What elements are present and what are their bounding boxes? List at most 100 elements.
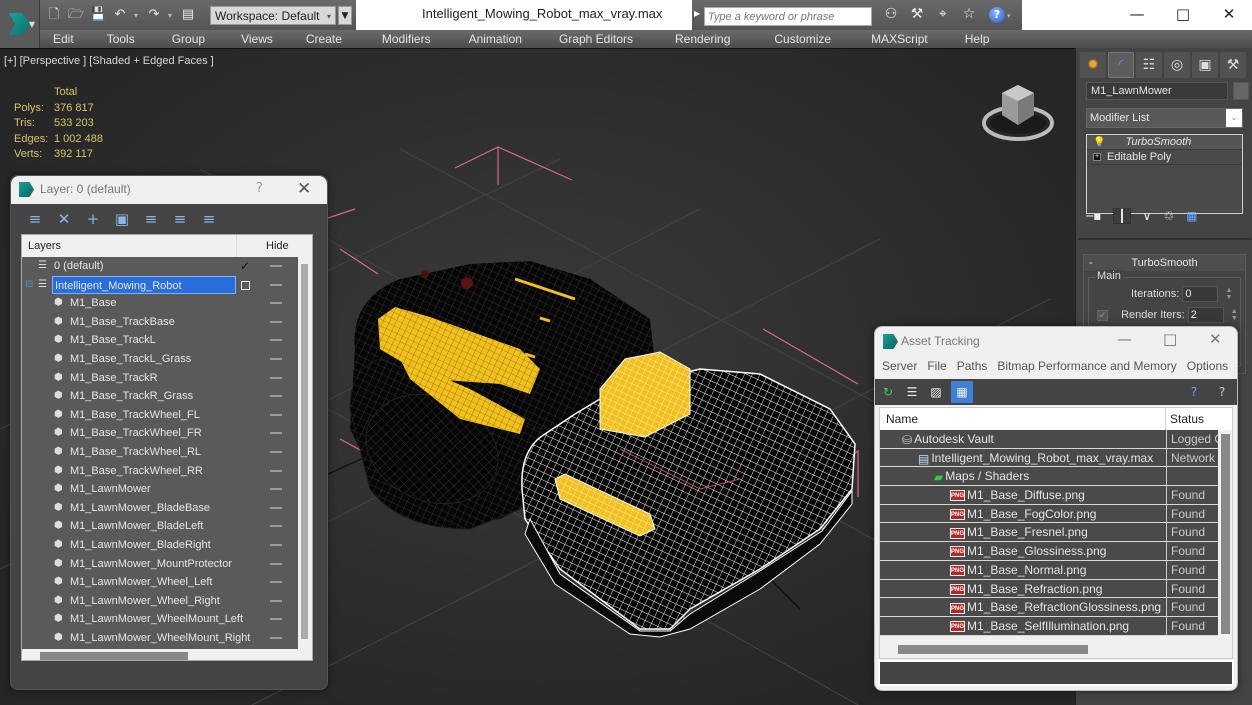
menu-edit[interactable]: Edit: [53, 32, 74, 46]
menu-create[interactable]: Create: [306, 32, 342, 46]
tab-modify[interactable]: ◜: [1108, 52, 1134, 78]
key-icon[interactable]: ⚒: [908, 6, 926, 22]
asset-row[interactable]: ⛁Autodesk Vault Logged Out: [880, 430, 1218, 449]
maximize-button[interactable]: □: [1163, 330, 1177, 348]
column-header-hide[interactable]: Hide: [266, 240, 289, 252]
satellite-icon[interactable]: ⌖: [934, 6, 952, 22]
object-row[interactable]: ⬢ M1_LawnMower_WheelMount_Right: [22, 629, 298, 648]
help-button[interactable]: ?: [1185, 383, 1203, 401]
menu-server[interactable]: Server: [882, 359, 917, 373]
minimize-button[interactable]: —: [1117, 330, 1132, 348]
asset-row[interactable]: ▰ Maps / Shaders: [880, 467, 1218, 487]
tab-create[interactable]: ✹: [1080, 52, 1106, 78]
object-color-swatch[interactable]: [1233, 82, 1249, 100]
object-name-field[interactable]: M1_LawnMower: [1086, 82, 1228, 100]
column-header-name[interactable]: Name: [886, 412, 918, 426]
minimize-button[interactable]: —: [1114, 0, 1160, 30]
rollout-header[interactable]: - TurboSmooth: [1084, 255, 1245, 271]
scrollbar-thumb[interactable]: [301, 264, 308, 639]
asset-row[interactable]: PNG M1_Base_Diffuse.png Found: [880, 486, 1218, 505]
object-row[interactable]: ⬢ M1_Base_TrackBase: [22, 313, 298, 332]
chevron-down-icon[interactable]: ▾: [168, 11, 174, 20]
hide-toggle[interactable]: [270, 432, 282, 435]
object-row[interactable]: ⬢ M1_LawnMower: [22, 480, 298, 499]
object-row[interactable]: ⬢ M1_Base_TrackL: [22, 331, 298, 350]
hide-toggle[interactable]: [270, 320, 282, 323]
object-row[interactable]: ⬢ M1_LawnMower_BladeLeft: [22, 517, 298, 536]
chevron-down-icon[interactable]: ▾: [134, 11, 140, 20]
list-view-button[interactable]: ☰: [903, 383, 921, 401]
viewcube[interactable]: [980, 75, 1060, 145]
close-button[interactable]: ✕: [297, 179, 311, 199]
menu-modifiers[interactable]: Modifiers: [382, 32, 431, 46]
hide-toggle[interactable]: [270, 562, 282, 565]
quick-access-customize-button[interactable]: ▼: [338, 6, 352, 25]
layer-window-titlebar[interactable]: Layer: 0 (default) ? ✕: [11, 176, 327, 204]
hide-toggle[interactable]: [270, 339, 282, 342]
layer-row[interactable]: ⊟ ☰ Intelligent_Mowing_Robot: [22, 275, 298, 295]
application-menu-button[interactable]: ▼: [0, 0, 40, 48]
hide-toggle[interactable]: [270, 581, 282, 584]
hide-toggle[interactable]: [270, 302, 282, 305]
menu-rendering[interactable]: Rendering: [675, 32, 730, 46]
object-row[interactable]: ⬢ Intelligent_Mowing_Robot: [22, 647, 298, 649]
hide-toggle[interactable]: [270, 506, 282, 509]
asset-tracking-titlebar[interactable]: Asset Tracking — □ ✕: [875, 327, 1237, 355]
horizontal-scrollbar[interactable]: [40, 652, 188, 660]
modifier-list-dropdown[interactable]: Modifier List ⌄: [1086, 108, 1243, 128]
menu-help[interactable]: Help: [965, 32, 990, 46]
object-row[interactable]: ⬢ M1_Base_TrackR_Grass: [22, 387, 298, 406]
layer-row[interactable]: ☰ 0 (default) ✓: [22, 257, 298, 276]
menu-paths[interactable]: Paths: [957, 359, 988, 373]
iterations-field[interactable]: 0: [1182, 286, 1219, 302]
asset-row[interactable]: PNG M1_Base_Refraction.png Found: [880, 579, 1218, 599]
asset-row[interactable]: PNG M1_Base_Glossiness.png Found: [880, 542, 1218, 561]
menu-animation[interactable]: Animation: [469, 32, 522, 46]
help-button[interactable]: ? ▾: [989, 7, 1011, 23]
tab-display[interactable]: ▣: [1192, 52, 1218, 78]
hide-toggle[interactable]: [270, 618, 282, 621]
horizontal-scrollbar[interactable]: [898, 645, 1088, 654]
asset-row[interactable]: PNG M1_Base_FogColor.png Found: [880, 504, 1218, 524]
expand-search-icon[interactable]: ▶: [694, 9, 700, 18]
undo-button[interactable]: ↶: [112, 7, 128, 23]
hide-all-button[interactable]: ≡: [172, 210, 188, 228]
tab-hierarchy[interactable]: ☷: [1136, 52, 1162, 78]
delete-layer-button[interactable]: ✕: [56, 209, 72, 229]
object-row[interactable]: ⬢ M1_LawnMower_Wheel_Right: [22, 592, 298, 611]
spinner-arrows-icon[interactable]: ▲ ▼: [1225, 287, 1233, 301]
hide-toggle[interactable]: [270, 469, 282, 472]
object-row[interactable]: ⬢ M1_Base_TrackWheel_FR: [22, 424, 298, 443]
object-row[interactable]: ⬢ M1_Base: [22, 294, 298, 313]
asset-row[interactable]: PNG M1_Base_Normal.png Found: [880, 560, 1218, 580]
create-layer-button[interactable]: ≡: [27, 210, 43, 228]
hide-toggle[interactable]: [270, 413, 282, 416]
hide-toggle[interactable]: [270, 599, 282, 602]
current-layer-check-icon[interactable]: ✓: [240, 257, 250, 275]
open-folder-button[interactable]: 🗁: [68, 7, 84, 23]
spinner-arrows-icon[interactable]: ▲ ▼: [1231, 308, 1239, 322]
column-header-layers[interactable]: Layers: [28, 240, 61, 252]
select-objects-button[interactable]: ▣: [114, 210, 130, 228]
new-file-button[interactable]: 🗋: [46, 7, 62, 23]
hide-toggle[interactable]: [270, 395, 282, 398]
thumbnail-view-button[interactable]: ▨: [927, 383, 945, 401]
menu-graph-editors[interactable]: Graph Editors: [559, 32, 633, 46]
object-row[interactable]: ⬢ M1_LawnMower_WheelMount_Left: [22, 610, 298, 629]
show-end-result-button[interactable]: ┃: [1113, 208, 1131, 224]
close-button[interactable]: ✕: [1206, 0, 1252, 30]
vertical-scrollbar[interactable]: [300, 260, 309, 645]
object-row[interactable]: ⬢ M1_LawnMower_MountProtector: [22, 555, 298, 574]
menu-views[interactable]: Views: [241, 32, 273, 46]
expand-icon[interactable]: +: [1093, 153, 1101, 161]
hide-toggle[interactable]: [270, 357, 282, 360]
search-input[interactable]: [704, 7, 872, 26]
project-folder-button[interactable]: ▤: [180, 7, 196, 23]
save-button[interactable]: 💾: [90, 7, 106, 23]
lightbulb-icon[interactable]: 💡: [1093, 135, 1105, 150]
maximize-button[interactable]: □: [1160, 0, 1206, 30]
hide-toggle[interactable]: [270, 376, 282, 379]
hide-toggle[interactable]: [270, 488, 282, 491]
star-icon[interactable]: ☆: [960, 6, 978, 22]
hide-toggle[interactable]: [270, 525, 282, 528]
